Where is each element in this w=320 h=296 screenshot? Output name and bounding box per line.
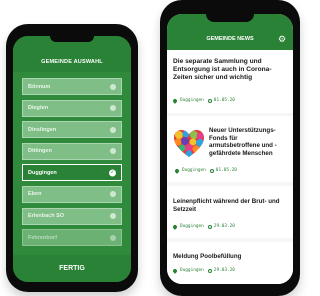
gemeinde-item[interactable]: Erlenbach SO [22,207,122,225]
check-icon[interactable]: ✓ [109,169,116,177]
gemeinde-item-selected[interactable]: Duggingen ✓ [22,164,122,182]
gemeinde-auswahl-screen: GEMEINDE AUSWAHL Bönnum Diegten Dinsling… [13,36,131,282]
news-date: 01.05.20 [213,98,235,103]
news-location: Duggingen [180,268,204,273]
news-location: Duggingen [180,224,204,229]
phone-left: GEMEINDE AUSWAHL Bönnum Diegten Dinsling… [6,24,138,292]
gemeinde-item-label: Eben [28,191,42,198]
phone-notch [206,14,254,22]
news-item[interactable]: Leinenpflicht während der Brut- und Setz… [167,186,293,238]
news-title: Die separate Sammlung und Entsorgung ist… [173,58,272,82]
news-location: Duggingen [180,98,204,103]
news-meta: Duggingen 29.03.20 [172,267,235,274]
location-pin-icon [172,223,178,230]
gemeinde-item-label: Diegten [28,105,49,112]
gear-icon[interactable]: ⚙ [278,35,287,44]
news-location: Duggingen [182,168,206,173]
gemeinde-item[interactable]: Bönnum [22,78,122,95]
news-title: Meldung Poolbefüllung [173,253,242,260]
fertig-button-label: FERTIG [59,265,85,272]
gemeinde-news-screen: GEMEINDE NEWS ⚙ Die separate Sammlung un… [167,14,293,284]
fertig-button[interactable]: FERTIG [13,255,131,282]
gemeinde-item-label: Dittingen [28,148,52,155]
heart-collage-image [174,130,204,157]
gemeinde-item[interactable]: Eben [22,185,122,203]
news-title: Leinenpflicht während der Brut- und Setz… [173,198,280,213]
clock-icon [207,98,212,103]
radio-icon[interactable] [110,148,116,155]
radio-icon[interactable] [110,213,116,220]
radio-icon[interactable] [110,83,116,90]
location-pin-icon [172,267,178,274]
gemeinde-item-label: Duggingen [28,169,57,176]
news-date: 29.03.20 [213,268,235,273]
phone-right: GEMEINDE NEWS ⚙ Die separate Sammlung un… [160,0,300,296]
gemeinde-item-label: Fehrenborf [28,234,58,241]
location-pin-icon [174,167,180,174]
news-title: Neuer Unterstützungs-Fonds für armutsbet… [209,127,277,157]
gemeinde-item[interactable]: Diegten [22,99,122,117]
location-pin-icon [172,97,178,104]
gemeinde-item-label: Bönnum [28,83,51,90]
news-item[interactable]: Neuer Unterstützungs-Fonds für armutsbet… [167,116,293,182]
radio-icon[interactable] [110,191,116,198]
clock-icon [207,268,212,273]
news-meta: Duggingen 01.05.20 [172,97,235,104]
gemeinde-auswahl-title: GEMEINDE AUSWAHL [41,59,103,65]
gemeinde-item[interactable]: Fehrenborf [22,229,122,247]
gemeinde-list: Bönnum Diegten Dinslingen Dittingen Dugg… [22,78,122,251]
radio-icon[interactable] [110,105,116,112]
gemeinde-item-label: Dinslingen [28,126,57,133]
news-date: 01.05.20 [215,168,237,173]
clock-icon [209,168,214,173]
news-meta: Duggingen 29.03.20 [172,223,235,230]
news-meta: Duggingen 01.05.20 [174,167,237,174]
news-item[interactable]: Meldung Poolbefüllung Duggingen 29.03.20 [167,242,293,284]
gemeinde-item-label: Erlenbach SO [28,213,65,220]
gemeinde-news-title: GEMEINDE NEWS [206,36,254,42]
clock-icon [207,224,212,229]
gemeinde-item[interactable]: Dinslingen [22,121,122,139]
phone-notch [50,36,94,42]
radio-icon[interactable] [110,126,116,133]
radio-icon[interactable] [110,234,116,241]
gemeinde-item[interactable]: Dittingen [22,142,122,160]
news-date: 29.03.20 [213,224,235,229]
news-item[interactable]: Die separate Sammlung und Entsorgung ist… [167,50,293,113]
